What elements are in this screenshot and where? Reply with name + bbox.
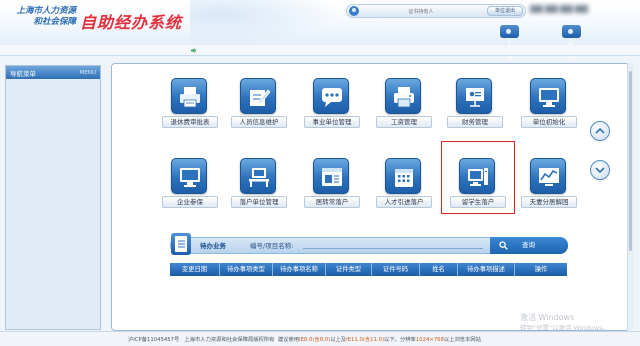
column-header: 证件类型: [326, 263, 372, 276]
notice-strip: [0, 45, 640, 56]
hall-icon: [568, 28, 573, 34]
todo-table-header: 变更日期 待办事项类型 待办事项名称 证件类型 证件号码 姓名 待办事项描述 操…: [170, 263, 567, 276]
footer: 沪ICP备11045457号 上海市人力资源和社会保障局版权所有 建议使用IE8…: [0, 331, 640, 346]
column-header: 待办事项描述: [458, 263, 515, 276]
column-header: 证件号码: [372, 263, 420, 276]
column-header: 操作: [534, 266, 548, 273]
chart-icon: [530, 158, 566, 194]
edit-document-icon: [240, 78, 276, 114]
windows-activation-watermark: 激活 Windows 转到"设置"以激活 Windows。: [520, 313, 609, 333]
user-icon: [349, 6, 359, 16]
tile-label: 落户单位管理: [231, 196, 287, 208]
window-icon: [313, 158, 349, 194]
header: 上海市人力资源 和社会保障 自助经办系统 单位退出 人事人才 经办大厅: [0, 0, 640, 87]
logo: 上海市人力资源 和社会保障: [10, 6, 76, 28]
tile-label: 企业参保: [162, 196, 218, 208]
tab-personnel[interactable]: 人事人才: [500, 25, 519, 87]
logout-button[interactable]: 单位退出: [487, 6, 523, 16]
sidebar-header[interactable]: 导航菜单 MENU: [6, 66, 100, 79]
scrollbar-thumb[interactable]: [629, 71, 632, 251]
query-button[interactable]: 查询: [490, 237, 568, 254]
watermark-line-2: 转到"设置"以激活 Windows。: [520, 324, 610, 332]
speaker-icon: [191, 47, 197, 54]
tile-label: 居转常落户: [304, 196, 360, 208]
footer-note-prefix: 建议使用: [277, 337, 300, 343]
todo-field-label: 编号/项目名称:: [250, 242, 294, 250]
column-header: 变更日期: [170, 263, 220, 276]
column-header: 待办事项类型: [220, 263, 273, 276]
footer-ie11: IE11.0(含11.0): [346, 337, 385, 343]
tile-label: 夫妻分居解困: [521, 196, 577, 208]
footer-note-mid2: 以下，分辨率: [384, 337, 416, 343]
tab-service-hall[interactable]: 经办大厅: [562, 25, 581, 87]
sidebar: 导航菜单 MENU: [5, 65, 101, 330]
footer-note-suffix: 以上浏览本网站: [443, 337, 481, 343]
desk-icon: [240, 158, 276, 194]
selection-highlight: [441, 141, 515, 214]
footer-note-mid1: 以上及: [330, 337, 347, 343]
footer-icp: 沪ICP备11045457号: [128, 337, 180, 343]
user-bar: 单位退出: [346, 4, 526, 18]
search-icon: [499, 241, 508, 250]
todo-list-icon: [171, 233, 191, 255]
watermark-line-1: 激活 Windows: [520, 313, 575, 322]
presentation-icon: [456, 78, 492, 114]
calendar-icon: [385, 158, 421, 194]
chevron-up-icon: [595, 127, 605, 134]
chat-bubble-icon: [313, 78, 349, 114]
tile-label: 人员信息维护: [231, 116, 287, 128]
footer-resolution: 1024×768: [415, 337, 444, 343]
tile-label: 工资管理: [376, 116, 432, 128]
system-title: 自助经办系统: [80, 13, 183, 32]
todo-search-input[interactable]: [303, 240, 483, 249]
logo-line-2: 和社会保障: [33, 17, 76, 27]
tile-label: 单位初始化: [521, 116, 577, 128]
column-header: 姓名: [420, 263, 458, 276]
person-icon: [506, 28, 511, 34]
footer-copyright: 上海市人力资源和社会保障局版权所有: [184, 337, 275, 343]
header-decoration: [190, 0, 340, 45]
monitor-icon: [530, 78, 566, 114]
tile-label: 人才引进落户: [376, 196, 432, 208]
logo-line-1: 上海市人力资源: [16, 6, 76, 16]
blurred-user-info: [530, 5, 600, 16]
query-button-label: 查询: [522, 241, 535, 249]
sidebar-title: 导航菜单: [10, 69, 36, 78]
tile-label: 事业单位管理: [304, 116, 360, 128]
todo-title: 待办业务: [200, 242, 226, 250]
scroll-down-button[interactable]: [590, 160, 610, 180]
tile-label: 退休费审批表: [162, 116, 218, 128]
user-field[interactable]: [361, 7, 481, 16]
sidebar-title-en: MENU: [79, 69, 96, 76]
chevron-down-icon: [595, 167, 605, 174]
tile-label: 财务管理: [447, 116, 503, 128]
main-scrollbar[interactable]: [627, 63, 633, 331]
scroll-up-button[interactable]: [590, 121, 610, 141]
footer-text: 沪ICP备11045457号 上海市人力资源和社会保障局版权所有 建议使用IE8…: [128, 335, 481, 343]
column-header: 待办事项名称: [273, 263, 326, 276]
footer-ie8: IE8.0(含8.0): [299, 337, 331, 343]
monitor-icon: [171, 158, 207, 194]
printer-form-icon: [171, 78, 207, 114]
printer-icon: [385, 78, 421, 114]
